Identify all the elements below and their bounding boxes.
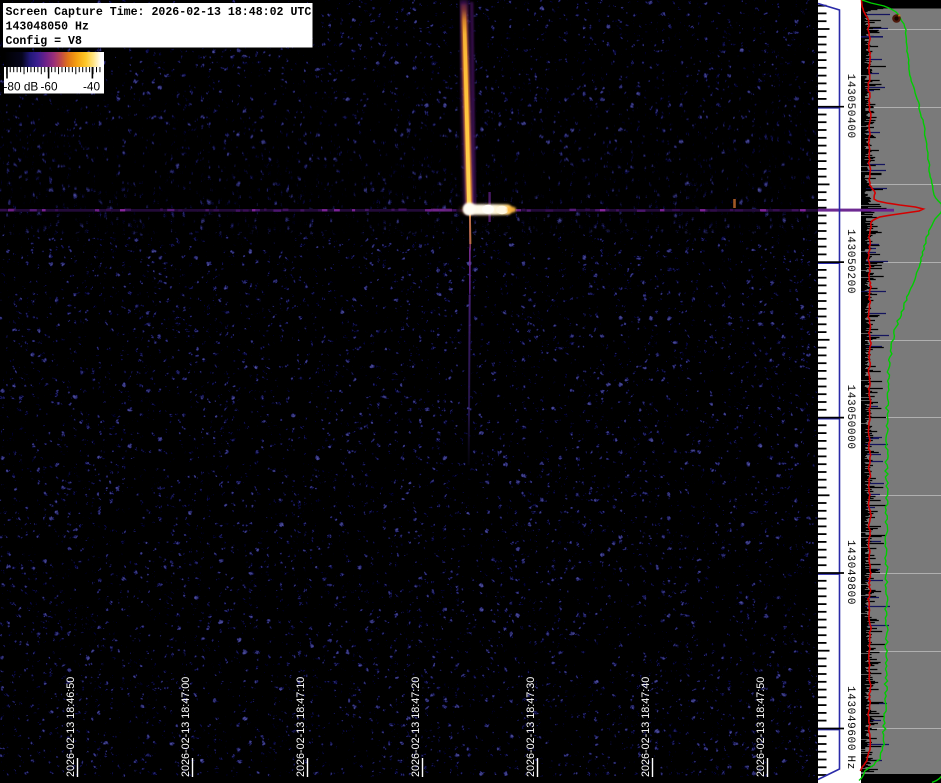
svg-text:Hz: Hz (844, 756, 856, 770)
svg-text:2026-02-13 18:47:50: 2026-02-13 18:47:50 (755, 677, 767, 777)
svg-text:Screen Capture Time: 2026-02-1: Screen Capture Time: 2026-02-13 18:48:02… (6, 6, 312, 19)
svg-text:143048050 Hz: 143048050 Hz (6, 20, 89, 33)
svg-text:2026-02-13 18:47:10: 2026-02-13 18:47:10 (295, 677, 307, 777)
svg-text:143050000: 143050000 (844, 385, 856, 450)
svg-text:143050400: 143050400 (844, 74, 856, 139)
svg-text:2026-02-13 18:47:30: 2026-02-13 18:47:30 (525, 677, 537, 777)
svg-text:-60: -60 (41, 79, 58, 93)
svg-text:143049600: 143049600 (844, 686, 856, 751)
svg-text:2026-02-13 18:47:00: 2026-02-13 18:47:00 (180, 677, 192, 777)
svg-text:Config = V8: Config = V8 (6, 35, 82, 48)
svg-text:2026-02-13 18:47:40: 2026-02-13 18:47:40 (640, 677, 652, 777)
svg-text:143050200: 143050200 (844, 229, 856, 294)
svg-text:-80 dB: -80 dB (4, 79, 39, 93)
svg-text:2026-02-13 18:47:20: 2026-02-13 18:47:20 (410, 677, 422, 777)
svg-text:-40: -40 (83, 79, 100, 93)
svg-text:143049800: 143049800 (844, 540, 856, 605)
svg-text:2026-02-13 18:46:50: 2026-02-13 18:46:50 (65, 677, 77, 777)
